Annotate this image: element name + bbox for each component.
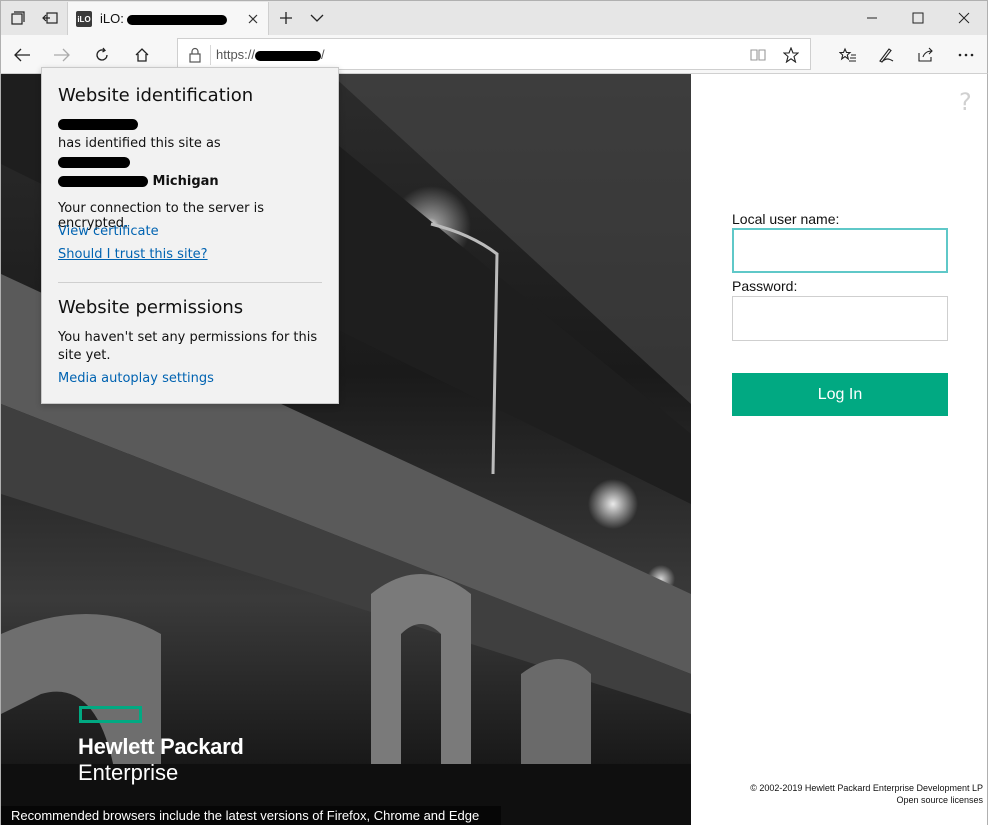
redacted-host [255,50,322,61]
add-favorite-button[interactable] [780,45,802,65]
tab-close-button[interactable] [244,10,262,28]
media-autoplay-link[interactable]: Media autoplay settings [58,371,214,386]
view-certificate-link[interactable]: View certificate [58,224,159,239]
arrow-left-icon [14,48,30,62]
redacted-hostname [127,14,228,25]
minimize-button[interactable] [849,1,895,35]
redacted-city [58,176,148,187]
tab-actions-icon [11,11,25,25]
set-tabs-aside-button[interactable] [33,1,67,35]
book-icon [750,49,766,61]
username-label: Local user name: [732,211,840,227]
close-icon [958,12,970,24]
login-panel: ? Local user name: Password: Log In © 20… [691,74,987,825]
brand-line1: Hewlett Packard [78,734,244,759]
arrow-right-icon [54,48,70,62]
set-aside-icon [42,12,58,24]
tab-title: iLO: [100,11,228,26]
identified-text: has identified this site as [58,136,221,151]
minimize-icon [867,17,877,19]
tab-title-text: iLO: [100,11,124,26]
url-text[interactable]: https:// / [216,47,325,62]
active-tab[interactable]: iLO iLO: [67,2,269,36]
url-path: / [321,47,325,62]
password-input[interactable] [732,296,948,341]
location-state: Michigan [152,174,219,189]
browser-recommendation: Recommended browsers include the latest … [1,806,501,825]
favorites-button[interactable] [831,38,865,72]
pen-icon [879,48,894,63]
permissions-text-line2: site yet. [58,348,111,363]
tab-list-button[interactable] [300,1,334,35]
username-input[interactable] [732,228,948,273]
help-icon[interactable]: ? [959,88,972,116]
popup-divider [58,282,322,283]
new-tab-button[interactable] [269,1,303,35]
title-bar: iLO iLO: [0,0,988,36]
favorites-list-icon [839,47,856,62]
password-label: Password: [732,278,798,294]
close-window-button[interactable] [941,1,987,35]
hpe-logo-icon [79,706,142,723]
address-bar[interactable]: https:// / [177,38,811,70]
lock-icon[interactable] [188,47,202,63]
ilo-favicon: iLO [76,11,92,27]
maximize-button[interactable] [895,1,941,35]
address-separator [210,45,211,65]
permissions-heading: Website permissions [58,297,244,318]
identification-heading: Website identification [58,85,254,106]
back-button[interactable] [5,38,39,72]
more-icon [958,53,974,57]
share-icon [918,47,933,62]
notes-button[interactable] [869,38,903,72]
copyright-text: © 2002-2019 Hewlett Packard Enterprise D… [750,783,983,793]
refresh-icon [96,47,108,61]
url-scheme: https:// [216,47,256,62]
brand-line2: Enterprise [78,760,179,785]
permissions-text-line1: You haven't set any permissions for this [58,330,318,345]
site-location: Michigan [58,174,219,189]
maximize-icon [912,12,924,24]
redacted-issuer [58,119,138,130]
site-info-popup: Website identification has identified th… [41,67,339,404]
chevron-down-icon [310,14,324,22]
tab-actions-button[interactable] [1,1,35,35]
login-button[interactable]: Log In [732,373,948,416]
more-button[interactable] [949,38,983,72]
home-icon [135,48,149,62]
reading-view-button[interactable] [747,45,769,65]
trust-site-link[interactable]: Should I trust this site? [58,247,208,262]
star-icon [783,47,799,63]
plus-icon [280,12,292,24]
redacted-org [58,157,130,168]
close-icon [248,14,258,24]
open-source-link[interactable]: Open source licenses [896,795,983,805]
share-button[interactable] [909,38,943,72]
